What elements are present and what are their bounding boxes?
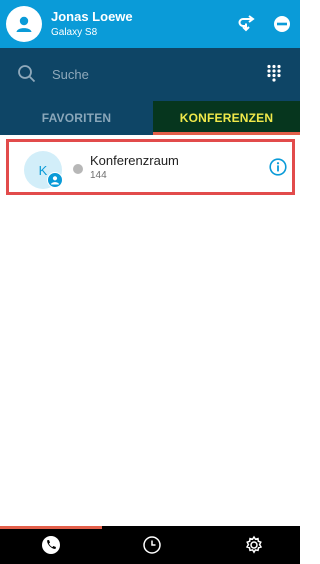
settings-icon	[245, 535, 263, 554]
search-icon	[18, 65, 36, 83]
search-bar	[0, 48, 300, 100]
active-tab-indicator	[0, 526, 102, 529]
tab-konferenzen[interactable]: KONFERENZEN	[153, 101, 300, 135]
do-not-disturb-button[interactable]	[271, 13, 293, 35]
info-icon[interactable]	[269, 158, 287, 176]
phone-icon	[42, 536, 60, 554]
user-name: Jonas Loewe	[51, 9, 133, 24]
person-icon	[16, 16, 32, 32]
conference-number: 144	[90, 170, 107, 181]
nav-history[interactable]	[141, 534, 163, 556]
nav-phone[interactable]	[40, 534, 62, 556]
user-device: Galaxy S8	[51, 27, 98, 38]
user-info: Jonas Loewe Galaxy S8	[51, 8, 133, 40]
call-forward-button[interactable]	[236, 13, 258, 35]
conference-title: Konferenzraum	[90, 153, 179, 168]
history-icon	[143, 536, 161, 554]
search-tabs-section: FAVORITEN KONFERENZEN	[0, 48, 300, 135]
person-icon	[51, 176, 59, 185]
tab-favoriten[interactable]: FAVORITEN	[0, 101, 153, 135]
dialpad-icon[interactable]	[266, 64, 282, 82]
user-avatar[interactable]	[6, 6, 42, 42]
contact-badge	[47, 172, 63, 188]
conference-list-item[interactable]: K Konferenzraum 144	[6, 139, 295, 195]
do-not-disturb-icon	[274, 16, 290, 32]
avatar-initial: K	[38, 162, 48, 178]
bottom-navigation	[0, 526, 300, 564]
tab-bar: FAVORITEN KONFERENZEN	[0, 101, 300, 135]
presence-status-dot	[73, 164, 83, 174]
user-header: Jonas Loewe Galaxy S8	[0, 0, 300, 48]
call-forward-icon	[238, 15, 255, 32]
search-input[interactable]	[52, 62, 242, 86]
nav-settings[interactable]	[243, 534, 265, 556]
